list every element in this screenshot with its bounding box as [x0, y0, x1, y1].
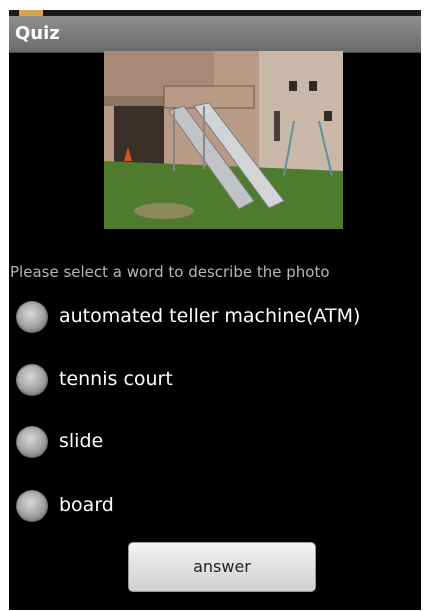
option-label: board — [59, 494, 114, 516]
option-tennis-court[interactable]: tennis court — [16, 361, 416, 401]
option-board[interactable]: board — [16, 487, 416, 527]
radio-button[interactable] — [16, 426, 48, 458]
radio-button[interactable] — [16, 490, 48, 522]
radio-button[interactable] — [16, 364, 48, 396]
question-prompt: Please select a word to describe the pho… — [10, 263, 330, 281]
answer-button[interactable]: answer — [128, 542, 316, 592]
quiz-photo — [104, 51, 343, 229]
option-atm[interactable]: automated teller machine(ATM) — [16, 298, 416, 338]
option-slide[interactable]: slide — [16, 423, 416, 463]
title-bar: Quiz — [9, 16, 421, 53]
app-window: Quiz Please select a word to describe th… — [9, 10, 421, 610]
option-label: slide — [59, 430, 104, 452]
option-label: automated teller machine(ATM) — [59, 305, 361, 327]
app-title: Quiz — [15, 23, 60, 44]
radio-button[interactable] — [16, 301, 48, 333]
option-label: tennis court — [59, 368, 173, 390]
